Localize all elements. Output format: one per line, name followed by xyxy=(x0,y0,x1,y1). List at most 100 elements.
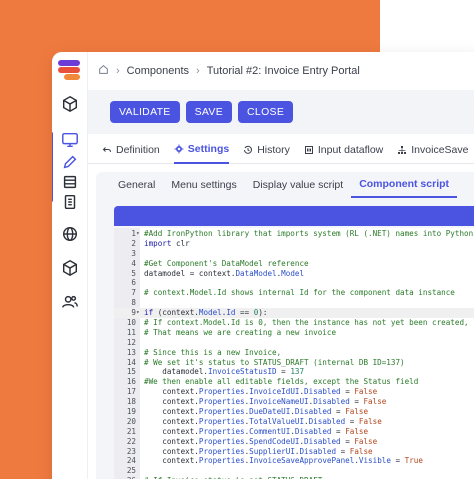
code-text: context.Properties.InvoiceSaveApprovePan… xyxy=(144,456,423,466)
code-line[interactable]: 13 # Since this is a new Invoice, xyxy=(114,348,474,358)
code-text: # Since this is a new Invoice, xyxy=(144,347,282,357)
code-line[interactable]: 5 datamodel = context.DataModel.Model xyxy=(114,269,474,279)
line-number: 8 xyxy=(131,298,136,308)
code-text: #Get Component's DataModel reference xyxy=(144,258,309,268)
line-number: 12 xyxy=(126,337,136,347)
code-line[interactable]: 9 ▾ if (context.Model.Id == 0): xyxy=(114,308,474,319)
home-icon[interactable] xyxy=(98,64,109,78)
code-text: context.Properties.InvoiceIdUI.Disabled … xyxy=(144,387,378,397)
action-toolbar: VALIDATE SAVE CLOSE xyxy=(88,90,474,134)
monitor-icon[interactable] xyxy=(60,130,80,150)
cube-icon[interactable] xyxy=(60,94,80,114)
save-button[interactable]: SAVE xyxy=(185,101,233,123)
code-line[interactable]: 6 xyxy=(114,278,474,288)
pencil-icon[interactable] xyxy=(60,152,80,172)
tab-settings[interactable]: Settings xyxy=(173,136,230,164)
main-tabs: Definition Settings History Input datafl… xyxy=(88,136,474,164)
close-button[interactable]: CLOSE xyxy=(238,101,294,123)
line-number: 19 xyxy=(126,407,136,417)
dataflow-icon xyxy=(304,145,313,154)
tab-definition[interactable]: Definition xyxy=(102,136,160,164)
line-number: 7 xyxy=(131,288,136,298)
code-line[interactable]: 10 # If context.Model.Id is 0, then the i… xyxy=(114,318,474,328)
line-number: 20 xyxy=(126,416,136,426)
code-line[interactable]: 3 xyxy=(114,249,474,259)
code-line[interactable]: 8 xyxy=(114,298,474,308)
code-text: context.Properties.DueDateUI.Disabled = … xyxy=(144,407,369,417)
undo-icon xyxy=(102,146,111,152)
tab-invoicesave[interactable]: InvoiceSave xyxy=(397,136,468,164)
code-line[interactable]: 18 context.Properties.InvoiceNameUI.Disa… xyxy=(114,397,474,407)
code-line[interactable]: 24 context.Properties.InvoiceSaveApprove… xyxy=(114,456,474,466)
code-line[interactable]: 20 context.Properties.TotalValueUI.Disab… xyxy=(114,417,474,427)
subtab-component-script[interactable]: Component script xyxy=(351,172,458,198)
code-line[interactable]: 16 #We then enable all editable fields, e… xyxy=(114,377,474,387)
code-text: import clr xyxy=(144,238,190,248)
code-text: context.Properties.SpendCodeUI.Disabled … xyxy=(144,436,378,446)
code-line[interactable]: 11 # That means we are creating a new inv… xyxy=(114,328,474,338)
breadcrumb-item[interactable]: Components xyxy=(127,65,189,77)
users-icon[interactable] xyxy=(60,292,80,312)
tab-history[interactable]: History xyxy=(243,136,290,164)
code-line[interactable]: 14 # We set it's status to STATUS_DRAFT (… xyxy=(114,358,474,368)
code-line[interactable]: 22 context.Properties.SpendCodeUI.Disabl… xyxy=(114,437,474,447)
tab-input-dataflow[interactable]: Input dataflow xyxy=(304,136,383,164)
gear-icon xyxy=(174,144,184,153)
list-icon[interactable] xyxy=(60,172,80,192)
line-number: 4 xyxy=(131,258,136,268)
subtab-display-value-script[interactable]: Display value script xyxy=(245,172,351,198)
line-number: 3 xyxy=(131,248,136,258)
tab-label: Settings xyxy=(187,142,230,155)
code-line[interactable]: 21 context.Properties.CommentUI.Disabled… xyxy=(114,427,474,437)
code-line[interactable]: 25 xyxy=(114,466,474,476)
line-number: 22 xyxy=(126,436,136,446)
line-number: 10 xyxy=(126,318,136,328)
breadcrumb-item[interactable]: Tutorial #2: Invoice Entry Portal xyxy=(207,65,360,77)
code-line[interactable]: 1 ▾ #Add IronPython library that imports s… xyxy=(114,229,474,239)
line-number: 21 xyxy=(126,426,136,436)
editor-header-bar xyxy=(114,206,474,226)
document-icon[interactable] xyxy=(60,192,80,212)
tab-label: History xyxy=(257,143,290,156)
code-text: # context.Model.Id shows internal Id for… xyxy=(144,288,455,298)
subtab-menu-settings[interactable]: Menu settings xyxy=(163,172,244,198)
line-number: 5 xyxy=(131,268,136,278)
settings-panel: General Menu settings Display value scri… xyxy=(96,172,474,479)
line-number: 17 xyxy=(126,387,136,397)
code-line[interactable]: 4 #Get Component's DataModel reference xyxy=(114,259,474,269)
code-line[interactable]: 7 # context.Model.Id shows internal Id fo… xyxy=(114,288,474,298)
code-line[interactable]: 23 context.Properties.SupplierUI.Disable… xyxy=(114,447,474,457)
validate-button[interactable]: VALIDATE xyxy=(110,101,180,123)
code-text: context.Properties.CommentUI.Disabled = … xyxy=(144,426,369,436)
code-line[interactable]: 12 xyxy=(114,338,474,348)
code-text: # That means we are creating a new invoi… xyxy=(144,327,337,337)
globe-icon[interactable] xyxy=(60,224,80,244)
line-number: 14 xyxy=(126,357,136,367)
history-icon xyxy=(244,145,253,154)
code-line[interactable]: 19 context.Properties.DueDateUI.Disabled… xyxy=(114,407,474,417)
line-number: 23 xyxy=(126,446,136,456)
fold-toggle-icon[interactable]: ▾ xyxy=(136,308,142,318)
code-editor[interactable]: 1 ▾ #Add IronPython library that imports s… xyxy=(114,228,474,479)
code-line[interactable]: 15 datamodel.InvoiceStatusID = 137 xyxy=(114,367,474,377)
line-number: 24 xyxy=(126,456,136,466)
fold-toggle-icon[interactable]: ▾ xyxy=(136,229,142,239)
breadcrumb: › Components › Tutorial #2: Invoice Entr… xyxy=(88,52,474,90)
cube-icon[interactable] xyxy=(60,258,80,278)
subtab-general[interactable]: General xyxy=(110,172,163,198)
code-line[interactable]: 2 import clr xyxy=(114,239,474,249)
code-text: # If context.Model.Id is 0, then the ins… xyxy=(144,318,469,328)
chevron-right-icon: › xyxy=(196,65,200,77)
line-number: 11 xyxy=(126,327,136,337)
code-text: #Add IronPython library that imports sys… xyxy=(144,229,474,238)
code-text: context.Properties.InvoiceNameUI.Disable… xyxy=(144,397,387,407)
tab-label: InvoiceSave xyxy=(411,143,469,156)
code-text: datamodel = context.DataModel.Model xyxy=(144,268,305,278)
line-number: 2 xyxy=(131,238,136,248)
app-window: › Components › Tutorial #2: Invoice Entr… xyxy=(52,52,474,479)
line-number: 9 xyxy=(131,308,136,318)
code-content[interactable]: 1 ▾ #Add IronPython library that imports s… xyxy=(114,229,474,479)
sidebar-active-indicator xyxy=(52,132,53,202)
settings-subtabs: General Menu settings Display value scri… xyxy=(96,172,474,198)
code-line[interactable]: 17 context.Properties.InvoiceIdUI.Disabl… xyxy=(114,387,474,397)
